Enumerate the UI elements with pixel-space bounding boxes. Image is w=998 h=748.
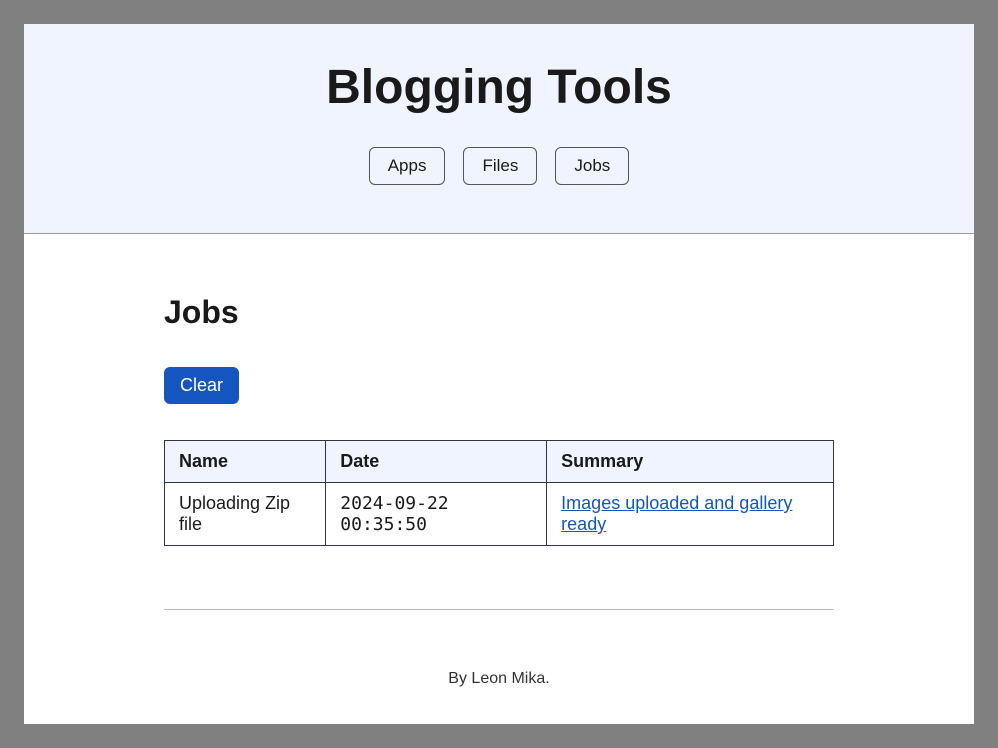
app-window: Blogging Tools Apps Files Jobs Jobs Clea… xyxy=(24,24,974,724)
nav-files-button[interactable]: Files xyxy=(463,147,537,185)
footer-text: By Leon Mika. xyxy=(164,670,834,688)
header: Blogging Tools Apps Files Jobs xyxy=(24,24,974,234)
summary-link[interactable]: Images uploaded and gallery ready xyxy=(561,493,792,534)
cell-name: Uploading Zip file xyxy=(165,483,326,546)
nav: Apps Files Jobs xyxy=(24,147,974,185)
footer-divider xyxy=(164,609,834,610)
cell-summary: Images uploaded and gallery ready xyxy=(547,483,834,546)
column-header-date: Date xyxy=(326,441,547,483)
page-title: Jobs xyxy=(164,294,834,331)
table-header-row: Name Date Summary xyxy=(165,441,834,483)
column-header-name: Name xyxy=(165,441,326,483)
clear-button[interactable]: Clear xyxy=(164,367,239,404)
nav-apps-button[interactable]: Apps xyxy=(369,147,446,185)
jobs-table: Name Date Summary Uploading Zip file 202… xyxy=(164,440,834,546)
footer: By Leon Mika. xyxy=(24,609,974,724)
nav-jobs-button[interactable]: Jobs xyxy=(555,147,629,185)
app-title: Blogging Tools xyxy=(24,60,974,115)
main-content: Jobs Clear Name Date Summary Uploading Z… xyxy=(24,234,974,609)
table-row: Uploading Zip file 2024-09-22 00:35:50 I… xyxy=(165,483,834,546)
column-header-summary: Summary xyxy=(547,441,834,483)
cell-date: 2024-09-22 00:35:50 xyxy=(326,483,547,546)
